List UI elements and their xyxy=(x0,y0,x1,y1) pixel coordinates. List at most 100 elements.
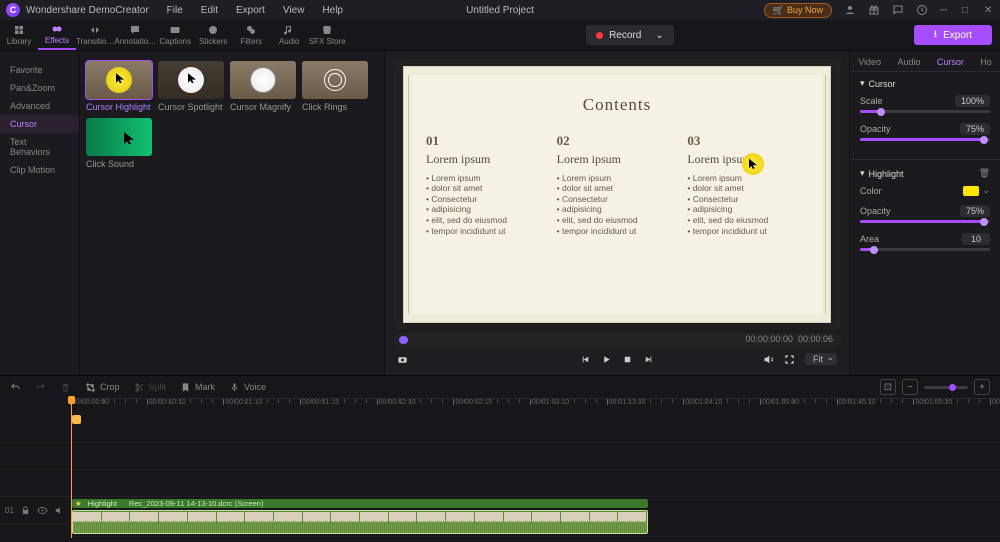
timeline: Crop Split Mark Voice ⊡ − + 00:00:00:000… xyxy=(0,375,1000,542)
slide-title: Contents xyxy=(412,95,822,115)
buy-now-button[interactable]: 🛒 Buy Now xyxy=(764,3,832,18)
tab-library[interactable]: Library xyxy=(0,20,38,50)
gallery-item-click-sound[interactable]: Click Sound xyxy=(86,118,152,169)
props-tab-hotkey[interactable]: Ho xyxy=(980,57,992,67)
section-cursor: ▾Cursor Scale100% Opacity75% xyxy=(850,72,1000,157)
gallery-item-cursor-magnify[interactable]: Cursor Magnify xyxy=(230,61,296,112)
timeline-zoom: ⊡ − + xyxy=(880,379,990,395)
sidebar-panzoom[interactable]: Pan&Zoom xyxy=(0,79,79,97)
playhead[interactable] xyxy=(71,398,72,538)
record-label: Record xyxy=(609,30,641,41)
track-rows[interactable]: ★ Highlight Rec_2023-09-11 14-13-10.dcrc… xyxy=(70,416,1000,537)
chevron-down-icon[interactable]: ▾ xyxy=(860,78,865,89)
zoom-slider[interactable] xyxy=(924,386,968,389)
sidebar-clip-motion[interactable]: Clip Motion xyxy=(0,161,79,179)
mark-button[interactable]: Mark xyxy=(180,382,215,393)
scale-value[interactable]: 100% xyxy=(955,95,990,107)
export-icon: ⭳ xyxy=(934,27,938,44)
prev-frame-button[interactable] xyxy=(580,354,591,365)
time-display: 00:00:00:00 00:00:06 xyxy=(745,334,833,344)
delete-highlight-button[interactable]: 🗑 xyxy=(979,168,990,179)
zoom-out-button[interactable]: − xyxy=(902,379,918,395)
preview-canvas[interactable]: Contents 01 Lorem ipsum Lorem ipsumdolor… xyxy=(393,59,841,329)
fit-select[interactable]: Fit xyxy=(805,353,837,365)
minimize-button[interactable]: ─ xyxy=(940,5,950,15)
app-logo: C xyxy=(6,3,20,17)
menu-file[interactable]: File xyxy=(167,5,183,16)
titlebar: C Wondershare DemoCreator File Edit Expo… xyxy=(0,0,1000,20)
video-clip[interactable] xyxy=(72,510,648,534)
menu-export[interactable]: Export xyxy=(236,5,265,16)
tab-stickers[interactable]: Stickers xyxy=(194,20,232,50)
properties-panel: Video Audio Cursor Ho ▾Cursor Scale100% … xyxy=(850,51,1000,375)
stop-button[interactable] xyxy=(622,354,633,365)
chevron-down-icon[interactable]: ▾ xyxy=(860,168,865,179)
menu-edit[interactable]: Edit xyxy=(201,5,218,16)
menu-view[interactable]: View xyxy=(283,5,305,16)
next-frame-button[interactable] xyxy=(643,354,654,365)
crop-button[interactable]: Crop xyxy=(85,382,120,393)
props-tab-cursor[interactable]: Cursor xyxy=(937,57,964,67)
menu-help[interactable]: Help xyxy=(322,5,343,16)
tab-sfx-store[interactable]: SFX Store xyxy=(308,20,346,50)
timeline-ruler[interactable]: 00:00:00:0000:00:10:1000:00:21:1000:00:3… xyxy=(70,398,1000,416)
progress-bar[interactable]: 00:00:00:00 00:00:06 xyxy=(393,333,841,347)
timeline-tools: Crop Split Mark Voice ⊡ − + xyxy=(0,376,1000,398)
play-button[interactable] xyxy=(601,354,612,365)
highlight-opacity-slider[interactable] xyxy=(860,220,990,223)
record-button[interactable]: Record ⌄ xyxy=(586,25,674,45)
redo-button[interactable] xyxy=(35,382,46,393)
gift-icon[interactable] xyxy=(868,4,880,16)
scale-slider[interactable] xyxy=(860,110,990,113)
tab-audio[interactable]: Audio xyxy=(270,20,308,50)
highlight-opacity-value[interactable]: 75% xyxy=(960,205,990,217)
export-button[interactable]: ⭳ Export xyxy=(914,25,992,45)
cursor-opacity-value[interactable]: 75% xyxy=(960,123,990,135)
chevron-down-icon[interactable]: ⌄ xyxy=(982,185,990,196)
export-label: Export xyxy=(943,30,972,41)
main-menu: File Edit Export View Help xyxy=(167,5,343,16)
lock-icon[interactable] xyxy=(20,505,31,516)
sidebar-advanced[interactable]: Advanced xyxy=(0,97,79,115)
tab-annotations[interactable]: Annotatio… xyxy=(114,20,156,50)
fullscreen-button[interactable] xyxy=(784,354,795,365)
close-button[interactable]: ✕ xyxy=(984,5,994,15)
preview-controls: Fit xyxy=(393,351,841,367)
highlight-area-value[interactable]: 10 xyxy=(962,233,990,245)
history-icon[interactable] xyxy=(916,4,928,16)
split-button[interactable]: Split xyxy=(134,382,167,393)
sidebar-favorite[interactable]: Favorite xyxy=(0,61,79,79)
mute-track-icon[interactable] xyxy=(54,505,65,516)
zoom-fit-button[interactable]: ⊡ xyxy=(880,379,896,395)
tab-filters[interactable]: Filters xyxy=(232,20,270,50)
gallery-item-click-rings[interactable]: Click Rings xyxy=(302,61,368,112)
app-name: Wondershare DemoCreator xyxy=(26,5,149,16)
effect-clip[interactable]: ★ Highlight Rec_2023-09-11 14-13-10.dcrc… xyxy=(72,499,648,508)
highlight-color-swatch[interactable] xyxy=(963,186,979,196)
eye-icon[interactable] xyxy=(37,505,48,516)
voice-button[interactable]: Voice xyxy=(229,382,266,393)
props-tab-video[interactable]: Video xyxy=(858,57,881,67)
message-icon[interactable] xyxy=(892,4,904,16)
undo-button[interactable] xyxy=(10,382,21,393)
sidebar-cursor[interactable]: Cursor xyxy=(0,115,79,133)
delete-button[interactable] xyxy=(60,382,71,393)
tab-transitions[interactable]: Transitio… xyxy=(76,20,114,50)
snapshot-button[interactable] xyxy=(397,354,408,365)
toolbar: Library Effects Transitio… Annotatio… Ca… xyxy=(0,20,1000,51)
zoom-in-button[interactable]: + xyxy=(974,379,990,395)
progress-thumb[interactable] xyxy=(399,336,408,344)
gallery-item-cursor-highlight[interactable]: Cursor Highlight xyxy=(86,61,152,112)
tab-effects[interactable]: Effects xyxy=(38,20,76,50)
highlight-area-slider[interactable] xyxy=(860,248,990,251)
maximize-button[interactable]: □ xyxy=(962,5,972,15)
tab-captions[interactable]: Captions xyxy=(156,20,194,50)
preview-pane: Contents 01 Lorem ipsum Lorem ipsumdolor… xyxy=(384,51,850,375)
props-tab-audio[interactable]: Audio xyxy=(897,57,920,67)
account-icon[interactable] xyxy=(844,4,856,16)
cursor-opacity-slider[interactable] xyxy=(860,138,990,141)
sidebar-text-behaviors[interactable]: Text Behaviors xyxy=(0,133,79,161)
mute-button[interactable] xyxy=(763,354,774,365)
tracks: 01 ★ Highlight Rec_2023-09-11 14-13-10.d… xyxy=(0,416,1000,537)
gallery-item-cursor-spotlight[interactable]: Cursor Spotlight xyxy=(158,61,224,112)
